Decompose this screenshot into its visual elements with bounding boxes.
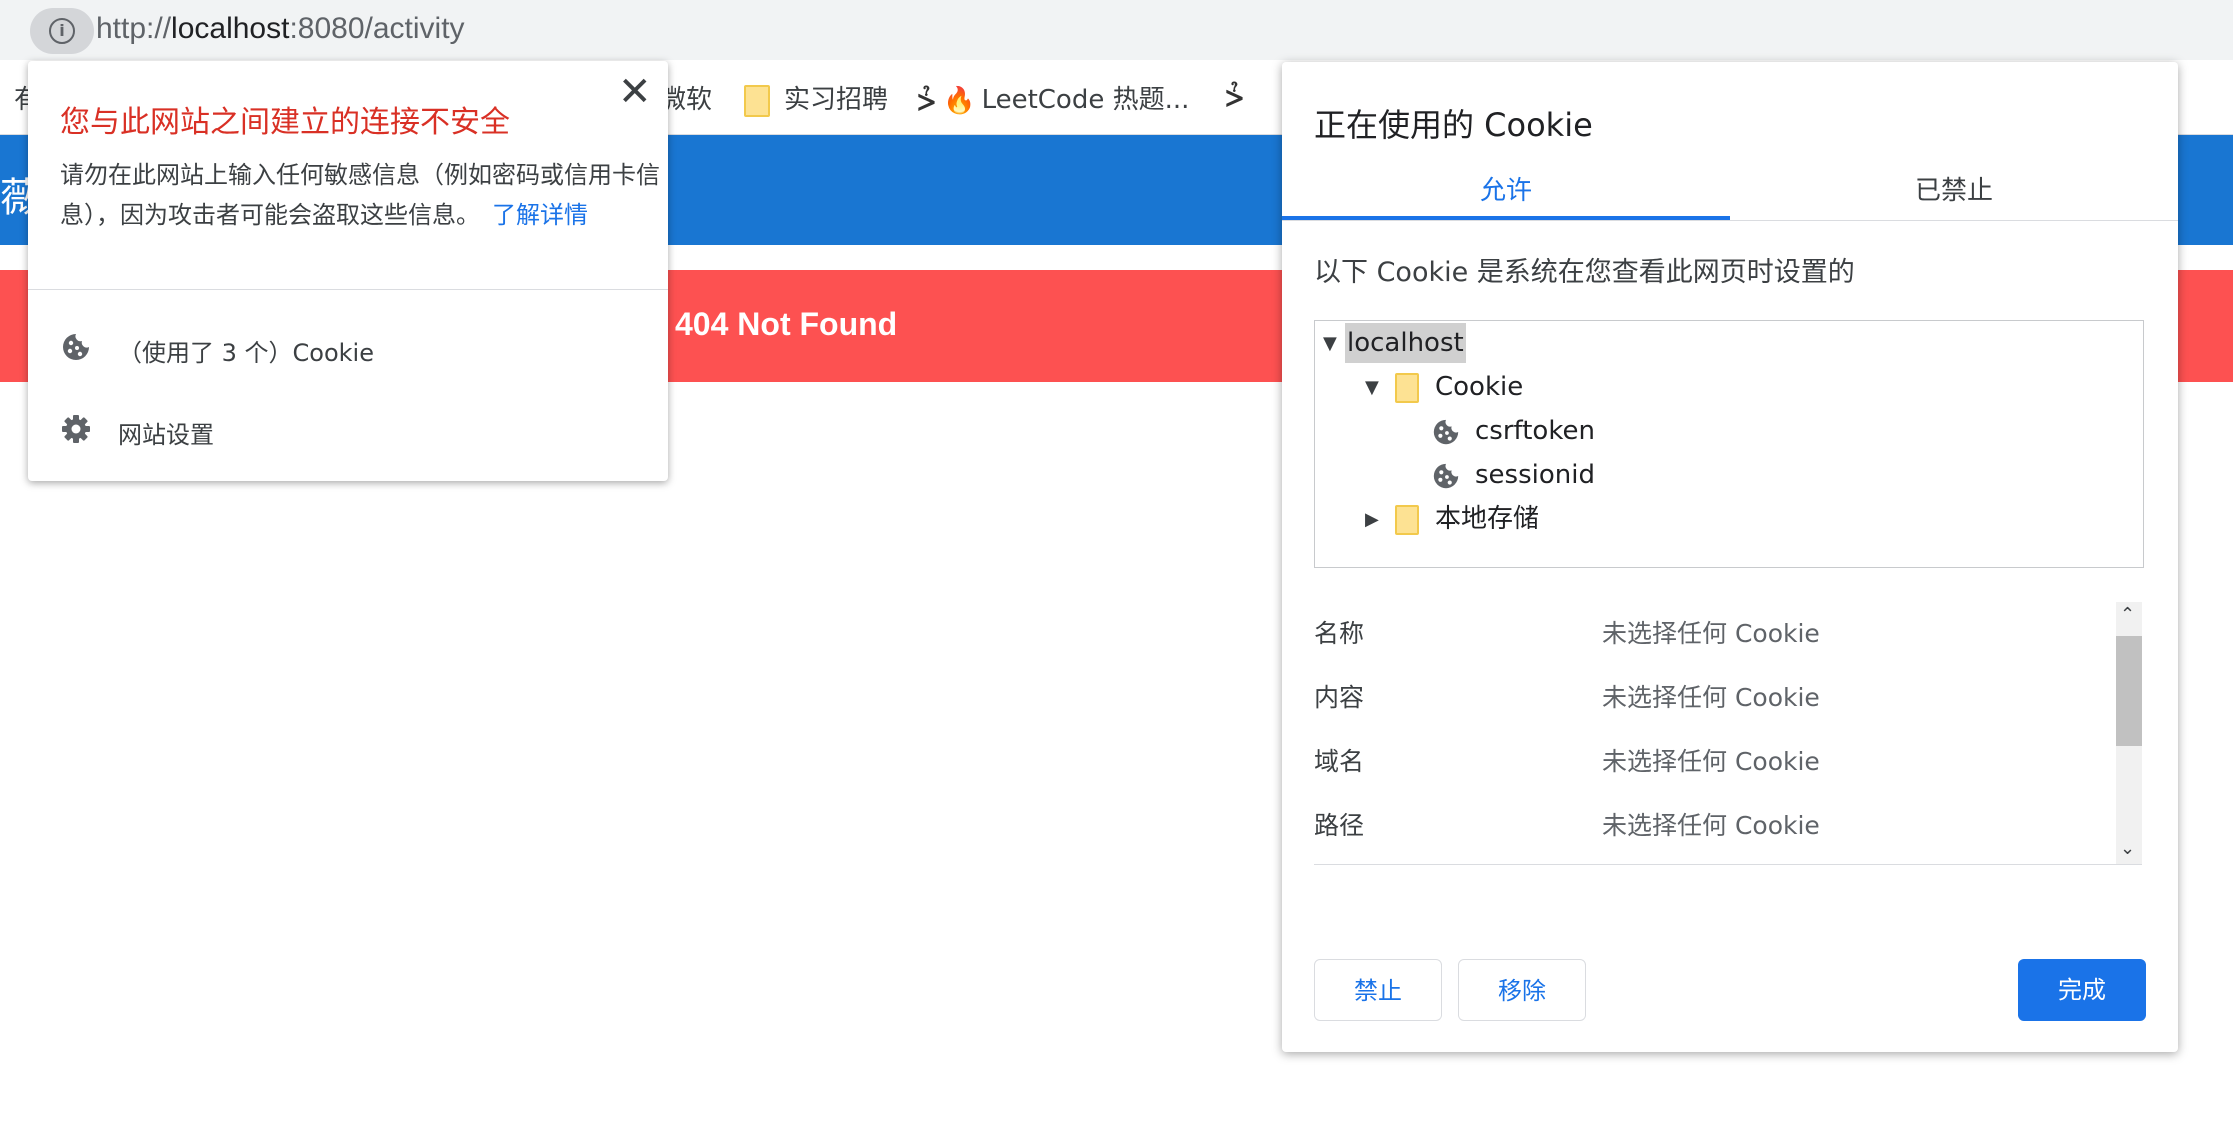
close-icon[interactable]: ✕: [618, 69, 652, 115]
dialog-title: 正在使用的 Cookie: [1314, 106, 1593, 144]
cookies-label: （使用了 3 个）Cookie: [118, 339, 374, 367]
bookmark-label: LeetCode 热题...: [981, 85, 1190, 115]
remove-button[interactable]: 移除: [1458, 959, 1586, 1021]
collapse-triangle-icon[interactable]: ▶: [1365, 509, 1379, 530]
site-info-popup: ✕ 您与此网站之间建立的连接不安全 请勿在此网站上输入任何敏感信息（例如密码或信…: [28, 61, 668, 481]
tree-node-cookie-folder[interactable]: Cookie: [1435, 367, 1523, 407]
tree-node-sessionid[interactable]: sessionid: [1475, 455, 1595, 495]
info-icon: i: [49, 18, 75, 44]
chevron-down-icon[interactable]: ⌄: [2120, 838, 2135, 859]
cookie-icon: [1433, 463, 1459, 489]
cookies-row[interactable]: （使用了 3 个）Cookie: [28, 319, 668, 379]
folder-icon: [1395, 505, 1419, 535]
detail-value: 未选择任何 Cookie: [1602, 683, 1820, 712]
error-message: 404 Not Found: [675, 306, 898, 342]
block-button[interactable]: 禁止: [1314, 959, 1442, 1021]
dialog-tabs: 允许 已禁止: [1282, 162, 2178, 221]
learn-more-link[interactable]: 了解详情: [492, 201, 588, 229]
chevron-up-icon[interactable]: ⌃: [2120, 604, 2135, 625]
detail-row-name: 名称 未选择任何 Cookie: [1314, 614, 2094, 654]
detail-value: 未选择任何 Cookie: [1602, 747, 1820, 776]
dialog-subtitle: 以下 Cookie 是系统在您查看此网页时设置的: [1314, 257, 1855, 288]
detail-row-domain: 域名 未选择任何 Cookie: [1314, 742, 2094, 782]
url-host: localhost: [171, 12, 290, 45]
cookie-tree: ▼ localhost ▼ Cookie csrftoken sessionid…: [1314, 320, 2144, 568]
detail-value: 未选择任何 Cookie: [1602, 619, 1820, 648]
bookmark-label: 实习招聘: [784, 85, 889, 115]
detail-value: 未选择任何 Cookie: [1602, 811, 1820, 840]
url-scheme: http://: [96, 12, 172, 45]
scroll-thumb[interactable]: [2116, 636, 2142, 746]
site-settings-label: 网站设置: [118, 421, 214, 449]
folder-icon: [1395, 373, 1419, 403]
bookmark-item-leetcode-2[interactable]: ⩼: [1226, 79, 1243, 114]
address-bar: i http://localhost:8080/activity: [0, 0, 2233, 60]
leetcode-icon: ⩼: [1226, 79, 1243, 114]
site-settings-row[interactable]: 网站设置: [28, 401, 668, 461]
detail-key: 域名: [1314, 747, 1365, 776]
details-scrollbar[interactable]: ⌃ ⌄: [2116, 602, 2142, 864]
detail-row-path: 路径 未选择任何 Cookie: [1314, 806, 2094, 846]
url-field[interactable]: http://localhost:8080/activity: [96, 12, 465, 46]
expand-triangle-icon[interactable]: ▼: [1323, 333, 1337, 354]
cookies-dialog: 正在使用的 Cookie 允许 已禁止 以下 Cookie 是系统在您查看此网页…: [1282, 62, 2178, 1052]
url-path: :8080/activity: [289, 12, 465, 45]
site-info-button[interactable]: i: [30, 8, 94, 54]
tree-node-csrftoken[interactable]: csrftoken: [1475, 411, 1595, 451]
cookie-icon: [63, 334, 89, 360]
cookie-details: 名称 未选择任何 Cookie 内容 未选择任何 Cookie 域名 未选择任何…: [1314, 602, 2142, 865]
tree-node-local-storage[interactable]: 本地存储: [1435, 499, 1539, 539]
divider: [28, 289, 668, 290]
expand-triangle-icon[interactable]: ▼: [1365, 377, 1379, 398]
bookmark-folder-internship[interactable]: 实习招聘: [744, 79, 888, 117]
fire-icon: 🔥: [943, 85, 976, 116]
detail-key: 路径: [1314, 811, 1365, 840]
detail-row-content: 内容 未选择任何 Cookie: [1314, 678, 2094, 718]
detail-key: 名称: [1314, 619, 1365, 648]
cookie-icon: [1433, 419, 1459, 445]
insecure-connection-description: 请勿在此网站上输入任何敏感信息（例如密码或信用卡信息），因为攻击者可能会盗取这些…: [60, 155, 660, 235]
done-button[interactable]: 完成: [2018, 959, 2146, 1021]
tree-node-localhost[interactable]: localhost: [1345, 323, 1466, 363]
leetcode-icon: ⩼: [918, 83, 935, 118]
tab-blocked[interactable]: 已禁止: [1730, 162, 2178, 220]
detail-key: 内容: [1314, 683, 1365, 712]
tab-allowed[interactable]: 允许: [1282, 162, 1730, 220]
bookmark-item-leetcode[interactable]: ⩼ 🔥 LeetCode 热题...: [918, 79, 1189, 118]
insecure-connection-title: 您与此网站之间建立的连接不安全: [60, 105, 510, 140]
gear-icon: [62, 415, 90, 443]
folder-icon: [744, 84, 770, 117]
